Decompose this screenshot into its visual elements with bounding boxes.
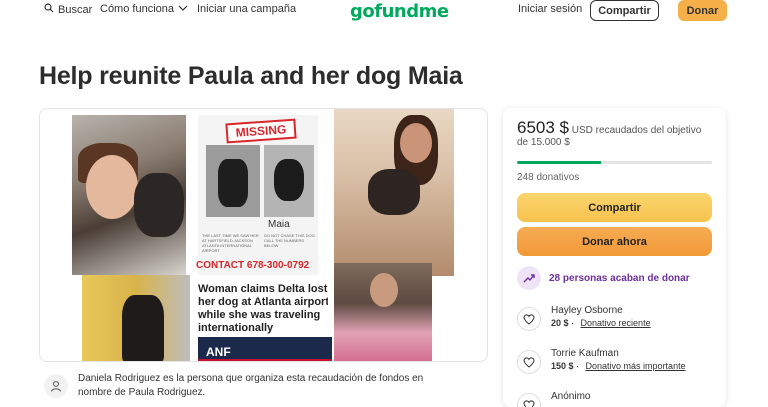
campaign-image[interactable]: MISSING THE LAST TIME WE SAW HER AT HART… [39,108,488,362]
donor-amount: 150 $ [551,361,574,371]
news-headline: Woman claims Delta lost her dog at Atlan… [198,283,328,334]
photo-woman-with-dog-car [72,115,186,275]
header-donate-button[interactable]: Donar [678,0,727,21]
poster-dog-name: Maia [268,219,290,230]
raised-amount: 6503 $ [517,118,569,137]
donor-tag-link[interactable]: Donativo más importante [586,361,686,371]
search-label: Buscar [58,3,93,16]
search-link[interactable]: Buscar [44,3,92,16]
start-campaign-link[interactable]: Iniciar una campaña [197,3,296,15]
organizer-text: Daniela Rodriguez es la persona que orga… [78,373,424,398]
donation-card: 6503 $ USD recaudados del objetivo de 15… [503,108,726,407]
chevron-down-icon [178,3,188,15]
missing-stamp: MISSING [225,118,297,144]
missing-poster: MISSING THE LAST TIME WE SAW HER AT HART… [198,115,318,275]
progress-bar [517,161,712,164]
donor-item: Anónimo [517,390,590,407]
donor-heart-icon [517,307,541,331]
poster-dog-photo-2 [264,145,314,217]
poster-dog-photo-1 [206,145,260,217]
gofundme-logo[interactable]: gofundme [350,1,449,22]
search-icon [44,3,54,16]
news-broadcast-tile: ANF [198,337,332,361]
poster-fine-print-left: THE LAST TIME WE SAW HER AT HARTSFIELD-J… [202,233,259,253]
donor-name: Torrie Kaufman [551,348,619,359]
donor-item: Hayley Osborne 20 $ · Donativo reciente [517,304,651,331]
header-share-button[interactable]: Compartir [590,0,659,21]
how-it-works-label: Cómo funciona [100,3,174,15]
raised-summary: 6503 $ USD recaudados del objetivo de 15… [517,119,712,149]
donor-amount: 20 $ [551,318,569,328]
photo-dog-on-chair [82,275,190,361]
network-logo: ANF [206,345,231,359]
organizer-info: Daniela Rodriguez es la persona que orga… [44,372,438,400]
how-it-works-menu[interactable]: Cómo funciona [100,3,188,15]
contact-phone: CONTACT 678-300-0792 [196,260,310,271]
donor-heart-icon [517,393,541,407]
photo-woman-holding-dog [334,109,454,276]
donor-name: Hayley Osborne [551,305,623,316]
donate-now-button[interactable]: Donar ahora [517,227,712,256]
login-link[interactable]: Iniciar sesión [518,3,582,15]
recent-donors-link[interactable]: 28 personas acaban de donar [517,266,690,290]
share-button[interactable]: Compartir [517,193,712,222]
news-headline-tile: Woman claims Delta lost her dog at Atlan… [198,275,328,337]
page-title: Help reunite Paula and her dog Maia [39,62,463,90]
donor-tag-link[interactable]: Donativo reciente [581,318,651,328]
user-icon [44,374,68,398]
photo-woman-with-pet-carrier [334,263,432,361]
donations-count: 248 donativos [517,172,580,183]
donor-heart-icon [517,350,541,374]
recent-donors-text: 28 personas acaban de donar [549,272,690,284]
donor-name: Anónimo [551,391,591,402]
poster-fine-print-right: DO NOT CHASE THIS DOG. CALL THE NUMBERS … [264,233,316,248]
trending-icon [517,266,541,290]
donor-item: Torrie Kaufman 150 $ · Donativo más impo… [517,347,686,374]
top-navigation: Buscar Cómo funciona Iniciar una campaña… [0,0,768,24]
progress-fill [517,161,601,164]
